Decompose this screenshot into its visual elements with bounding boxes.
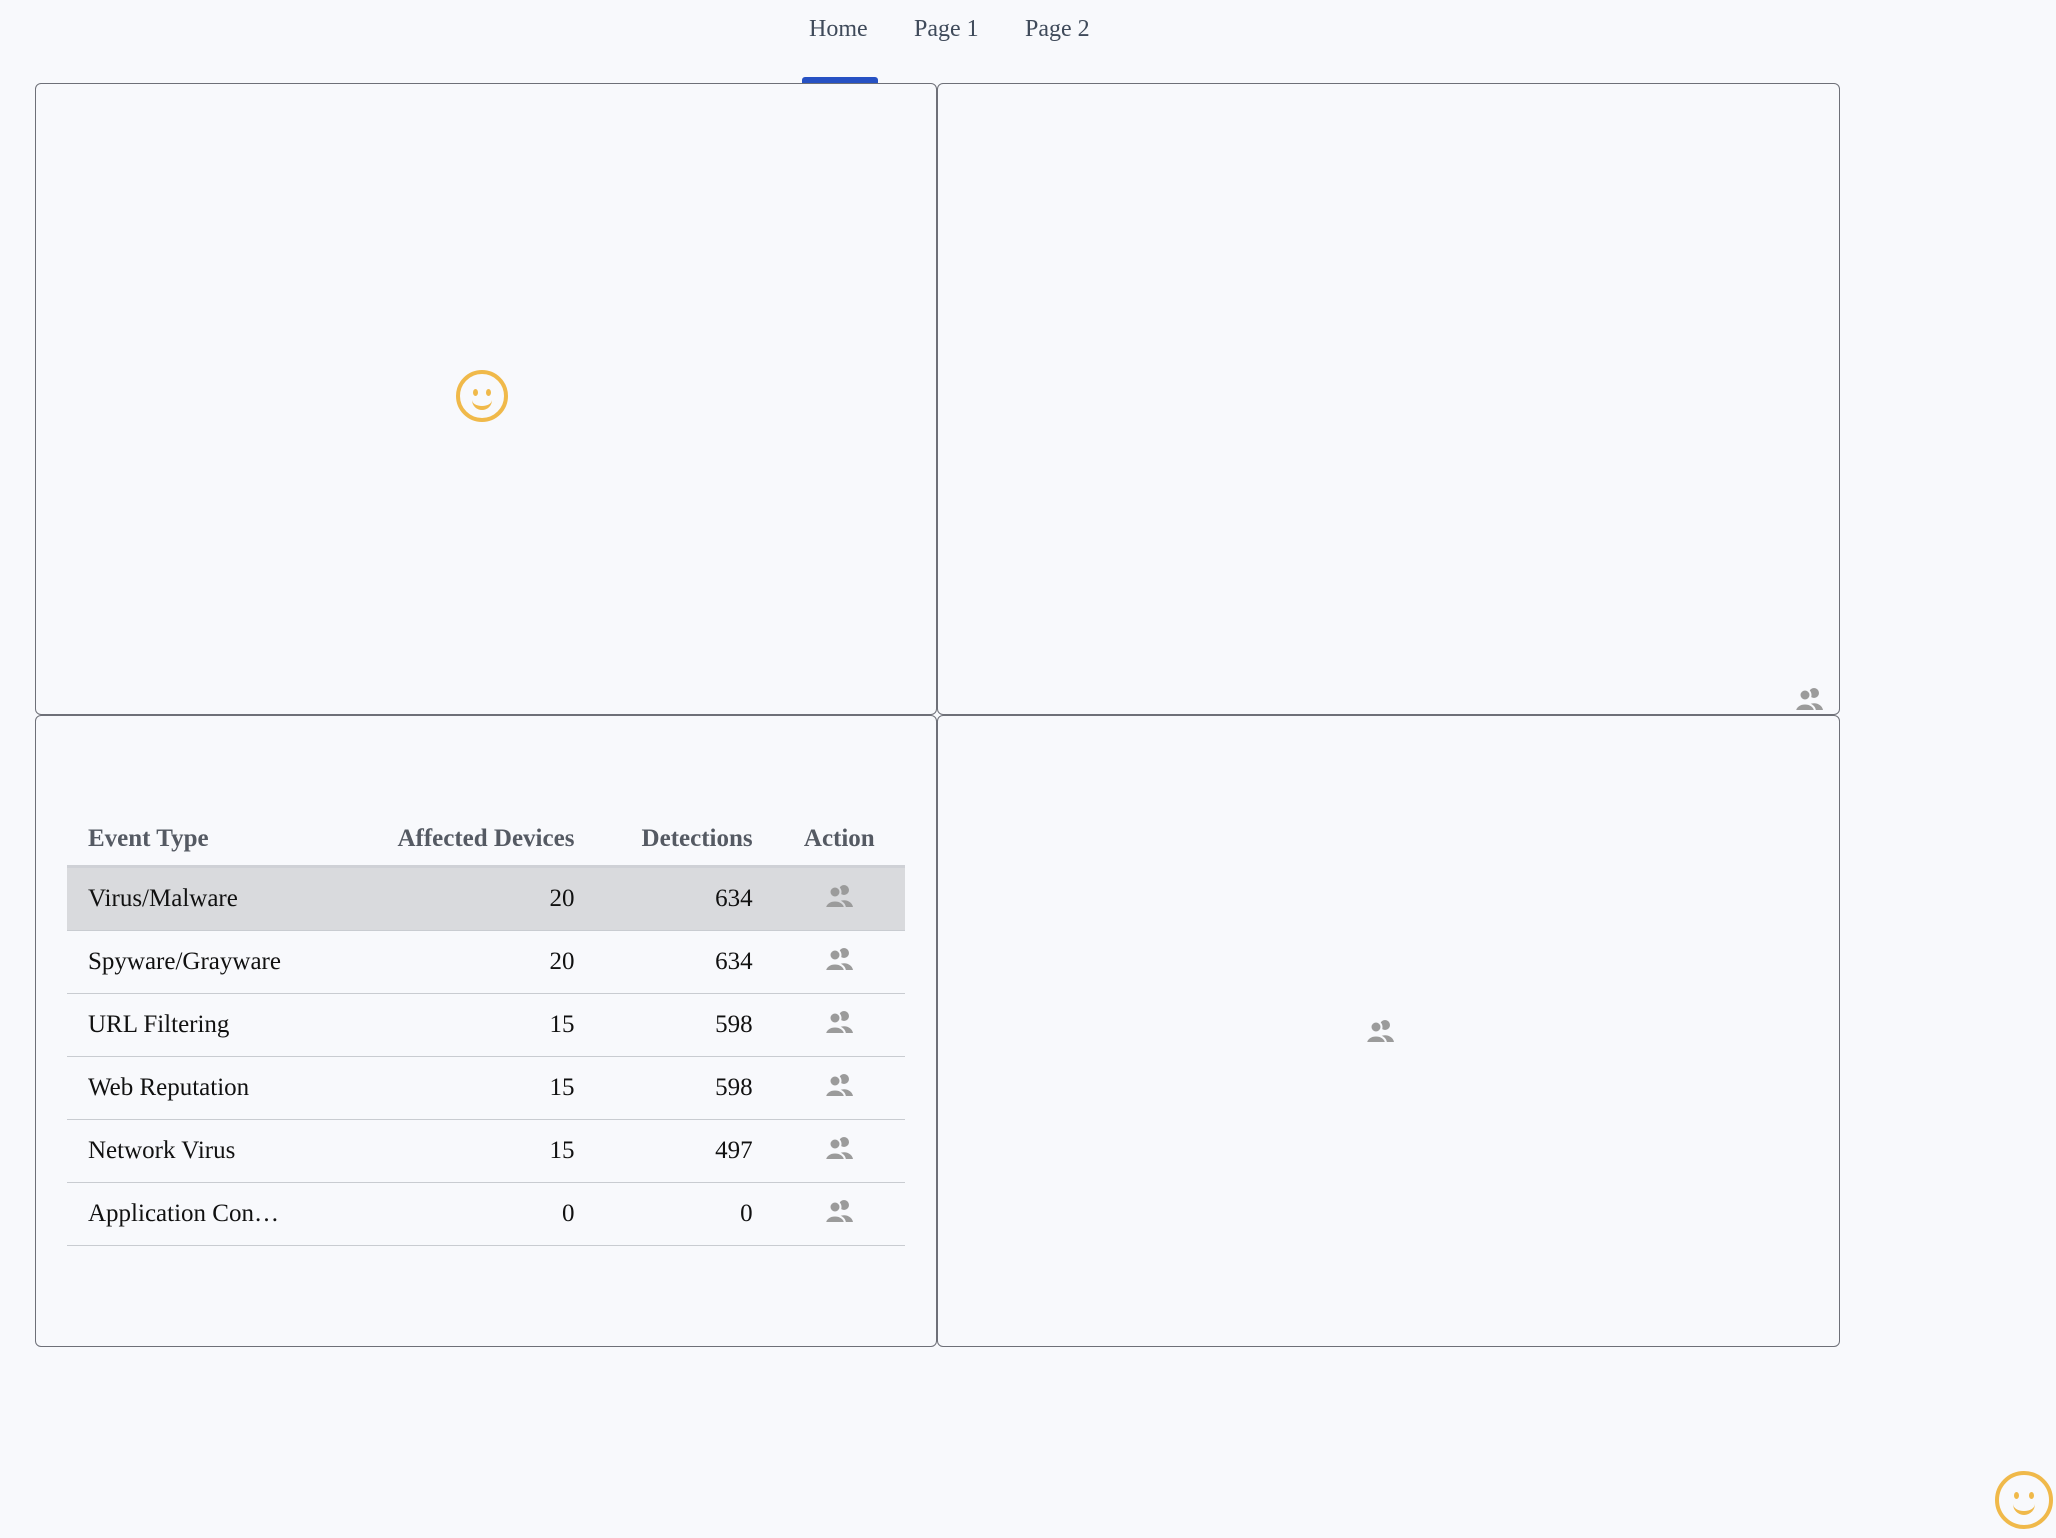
dashboard-panel-top-right (937, 83, 1840, 715)
detections-cell: 598 (595, 1056, 774, 1120)
users-icon[interactable] (824, 1198, 854, 1224)
event-type-cell: Network Virus (67, 1119, 341, 1183)
table-row[interactable]: Spyware/Grayware 20 634 (67, 930, 905, 994)
event-type-cell: Application Con… (67, 1182, 341, 1246)
users-icon[interactable] (1794, 686, 1824, 712)
smiley-icon[interactable] (1995, 1471, 2053, 1529)
action-cell (773, 866, 905, 931)
detections-header[interactable]: Detections (595, 813, 774, 868)
action-cell (773, 930, 905, 994)
action-cell (773, 1119, 905, 1183)
affected-devices-cell: 15 (340, 993, 596, 1057)
action-header: Action (773, 813, 905, 868)
users-icon[interactable] (824, 946, 854, 972)
table-row[interactable]: Virus/Malware 20 634 (67, 866, 905, 931)
users-icon[interactable] (824, 1072, 854, 1098)
affected-devices-cell: 20 (340, 930, 596, 994)
action-cell (773, 1182, 905, 1246)
table-row[interactable]: Application Con… 0 0 (67, 1182, 905, 1246)
tab-home[interactable]: Home (809, 16, 868, 43)
dashboard-panel-top-left (35, 83, 937, 715)
users-icon[interactable] (824, 1135, 854, 1161)
users-icon[interactable] (824, 883, 854, 909)
detections-cell: 634 (595, 930, 774, 994)
event-summary-table: Event Type Affected Devices Detections A… (67, 813, 905, 1246)
smiley-icon (456, 370, 508, 422)
event-type-cell: URL Filtering (67, 993, 341, 1057)
action-cell (773, 1056, 905, 1120)
event-type-cell: Virus/Malware (67, 866, 341, 931)
users-icon[interactable] (1365, 1018, 1395, 1044)
affected-devices-cell: 15 (340, 1056, 596, 1120)
detections-cell: 598 (595, 993, 774, 1057)
tab-page-1[interactable]: Page 1 (914, 16, 979, 43)
table-row[interactable]: URL Filtering 15 598 (67, 993, 905, 1057)
event-type-header[interactable]: Event Type (67, 813, 341, 868)
affected-devices-cell: 15 (340, 1119, 596, 1183)
event-type-cell: Web Reputation (67, 1056, 341, 1120)
users-icon[interactable] (824, 1009, 854, 1035)
top-navigation: Home Page 1 Page 2 (0, 0, 2056, 84)
affected-devices-header[interactable]: Affected Devices (340, 813, 596, 868)
detections-cell: 634 (595, 866, 774, 931)
table-row[interactable]: Network Virus 15 497 (67, 1119, 905, 1183)
detections-cell: 0 (595, 1182, 774, 1246)
tab-page-2[interactable]: Page 2 (1025, 16, 1090, 43)
table-row[interactable]: Web Reputation 15 598 (67, 1056, 905, 1120)
event-type-cell: Spyware/Grayware (67, 930, 341, 994)
affected-devices-cell: 20 (340, 866, 596, 931)
event-summary-panel: Event Type Affected Devices Detections A… (35, 715, 937, 1347)
affected-devices-cell: 0 (340, 1182, 596, 1246)
detections-cell: 497 (595, 1119, 774, 1183)
action-cell (773, 993, 905, 1057)
dashboard-panel-bottom-right (937, 715, 1840, 1347)
